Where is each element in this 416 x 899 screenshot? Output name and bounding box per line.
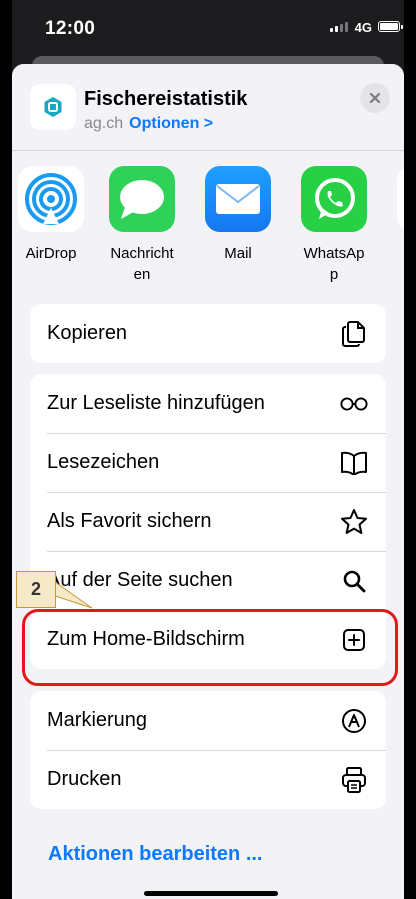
- callout-pointer: [54, 581, 93, 609]
- step-badge: 2: [16, 571, 56, 608]
